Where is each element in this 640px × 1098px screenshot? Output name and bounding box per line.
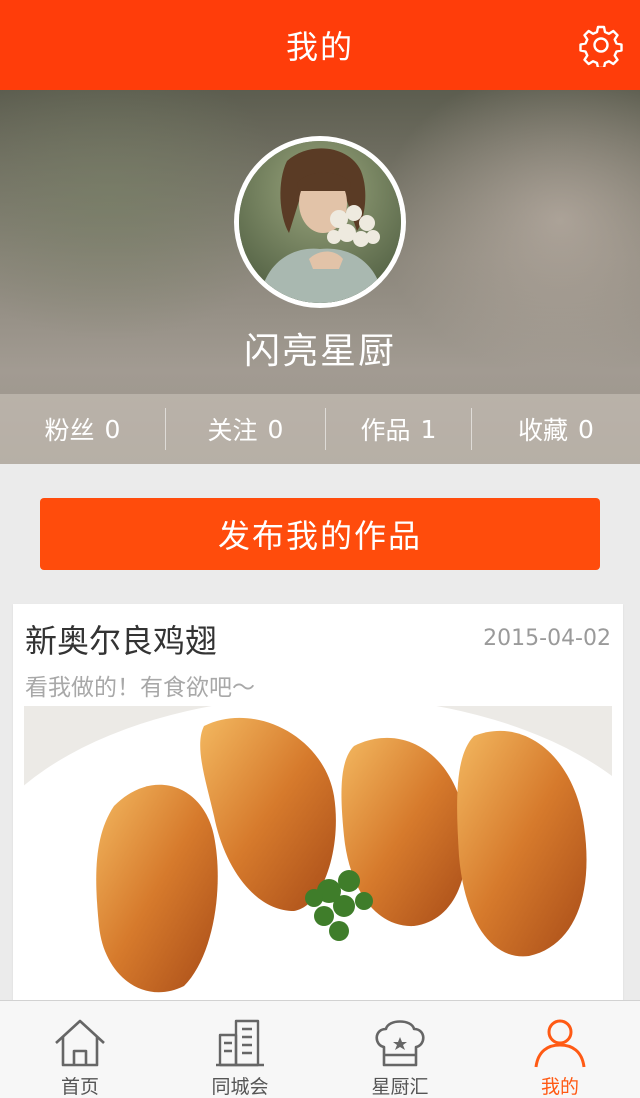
stat-following[interactable]: 关注 0 <box>166 394 325 464</box>
tab-home[interactable]: 首页 <box>0 1001 160 1098</box>
post-card[interactable]: 新奥尔良鸡翅 2015-04-02 看我做的！有食欲吧～ <box>13 604 623 1014</box>
chef-hat-icon <box>375 1019 425 1066</box>
stat-works[interactable]: 作品 1 <box>326 394 471 464</box>
username: 闪亮星厨 <box>243 331 396 372</box>
tab-label: 我的 <box>540 1076 579 1098</box>
avatar[interactable] <box>234 136 406 308</box>
gear-icon <box>579 25 623 67</box>
stat-value: 0 <box>578 414 594 444</box>
home-icon <box>55 1019 105 1066</box>
top-nav-bar: 我的 <box>0 0 640 90</box>
stats-bar: 粉丝 0 关注 0 作品 1 收藏 0 <box>0 394 640 464</box>
tab-label: 同城会 <box>211 1076 269 1098</box>
tab-city-meetup[interactable]: 同城会 <box>160 1001 320 1098</box>
page-title: 我的 <box>285 28 354 66</box>
stat-value: 1 <box>420 414 437 444</box>
stat-value: 0 <box>104 414 121 444</box>
stat-label: 粉丝 <box>44 416 95 445</box>
post-description: 看我做的！有食欲吧～ <box>25 675 255 701</box>
settings-button[interactable] <box>578 22 624 68</box>
profile-banner: 闪亮星厨 粉丝 0 关注 0 作品 1 收藏 0 <box>0 90 640 464</box>
stat-fans[interactable]: 粉丝 0 <box>0 394 165 464</box>
stat-label: 关注 <box>207 416 258 445</box>
stat-label: 作品 <box>360 416 411 445</box>
post-title: 新奥尔良鸡翅 <box>25 622 218 660</box>
tab-label: 星厨汇 <box>371 1076 429 1098</box>
person-icon <box>534 1019 586 1067</box>
post-image[interactable] <box>24 706 612 1006</box>
stat-value: 0 <box>267 414 284 444</box>
stat-label: 收藏 <box>518 416 569 445</box>
tab-label: 首页 <box>60 1076 99 1098</box>
tab-mine[interactable]: 我的 <box>480 1001 640 1098</box>
publish-work-button[interactable]: 发布我的作品 <box>40 498 600 570</box>
buildings-icon <box>216 1019 264 1066</box>
post-date: 2015-04-02 <box>483 626 611 651</box>
tab-star-chef[interactable]: 星厨汇 <box>320 1001 480 1098</box>
bottom-tab-bar: 首页 同城会 星厨汇 我的 <box>0 1000 640 1098</box>
stat-favorites[interactable]: 收藏 0 <box>472 394 640 464</box>
